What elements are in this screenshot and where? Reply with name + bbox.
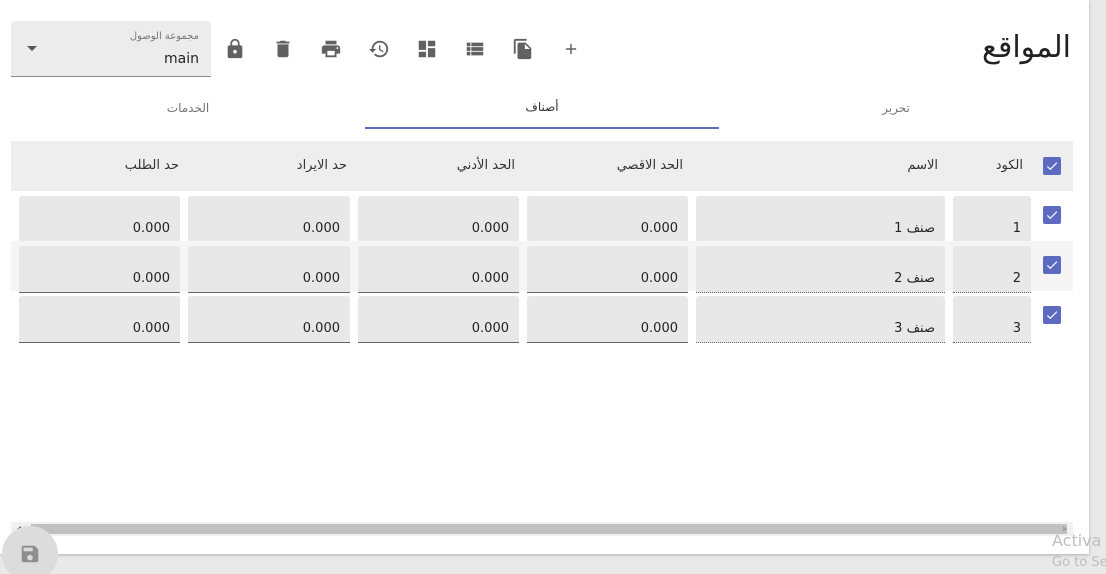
tab-edit[interactable]: تحرير xyxy=(719,86,1073,129)
table-row: 2 صنف 2 0.000 0.000 0.000 0.000 xyxy=(11,241,1073,293)
cell-income[interactable]: 0.000 xyxy=(188,196,350,243)
table-header: الكود الاسم الحد الاقصي الحد الأدني حد ا… xyxy=(11,141,1073,191)
activation-watermark-subtitle: Go to Se xyxy=(1052,555,1106,570)
cell-income[interactable]: 0.000 xyxy=(188,246,350,293)
history-icon[interactable] xyxy=(367,37,391,61)
lock-icon[interactable] xyxy=(223,37,247,61)
cell-min[interactable]: 0.000 xyxy=(358,246,519,293)
access-group-value: main xyxy=(164,51,199,67)
tab-services-label: الخدمات xyxy=(166,100,210,115)
tab-services[interactable]: الخدمات xyxy=(11,86,365,129)
cell-code[interactable]: 2 xyxy=(953,246,1031,293)
tab-items[interactable]: أصناف xyxy=(365,86,719,129)
page-title: المواقع xyxy=(982,30,1071,65)
delete-icon[interactable] xyxy=(271,37,295,61)
scrollbar-thumb[interactable] xyxy=(31,524,1067,534)
cell-name[interactable]: صنف 3 xyxy=(696,296,945,343)
access-group-label: مجموعة الوصول xyxy=(129,31,199,42)
main-card: المواقع مجموعة الوصول main تحرير أصناف ا… xyxy=(0,0,1089,554)
print-icon[interactable] xyxy=(319,37,343,61)
chevron-down-icon xyxy=(27,46,37,51)
cell-max[interactable]: 0.000 xyxy=(527,196,688,243)
cell-code[interactable]: 3 xyxy=(953,296,1031,343)
header-code[interactable]: الكود xyxy=(996,158,1023,173)
cell-order[interactable]: 0.000 xyxy=(19,246,180,293)
header-order[interactable]: حد الطلب xyxy=(125,158,179,173)
cell-min[interactable]: 0.000 xyxy=(358,296,519,343)
cell-code[interactable]: 1 xyxy=(953,196,1031,243)
save-button[interactable] xyxy=(2,526,58,574)
header-name[interactable]: الاسم xyxy=(907,158,938,173)
tab-edit-label: تحرير xyxy=(882,100,910,115)
tab-items-label: أصناف xyxy=(525,99,559,114)
table-row: 3 صنف 3 0.000 0.000 0.000 0.000 xyxy=(11,291,1073,343)
header-min[interactable]: الحد الأدني xyxy=(457,158,515,173)
horizontal-scrollbar[interactable] xyxy=(11,522,1073,536)
row-checkbox[interactable] xyxy=(1043,206,1061,224)
save-icon xyxy=(21,545,39,563)
row-checkbox[interactable] xyxy=(1043,306,1061,324)
cell-income[interactable]: 0.000 xyxy=(188,296,350,343)
row-checkbox[interactable] xyxy=(1043,256,1061,274)
header-max[interactable]: الحد الاقصي xyxy=(617,158,683,173)
dashboard-icon[interactable] xyxy=(415,37,439,61)
cell-order[interactable]: 0.000 xyxy=(19,196,180,243)
cell-max[interactable]: 0.000 xyxy=(527,246,688,293)
access-group-select[interactable]: مجموعة الوصول main xyxy=(11,21,211,77)
cell-name[interactable]: صنف 2 xyxy=(696,246,945,293)
add-icon[interactable] xyxy=(559,37,583,61)
cell-name[interactable]: صنف 1 xyxy=(696,196,945,243)
header-income[interactable]: حد الايراد xyxy=(297,158,347,173)
activation-watermark-title: Activa xyxy=(1052,531,1102,550)
cell-max[interactable]: 0.000 xyxy=(527,296,688,343)
copy-icon[interactable] xyxy=(511,37,535,61)
table-row: 1 صنف 1 0.000 0.000 0.000 0.000 xyxy=(11,191,1073,243)
cell-order[interactable]: 0.000 xyxy=(19,296,180,343)
cell-min[interactable]: 0.000 xyxy=(358,196,519,243)
select-all-checkbox[interactable] xyxy=(1043,157,1061,175)
list-icon[interactable] xyxy=(463,37,487,61)
items-table: الكود الاسم الحد الاقصي الحد الأدني حد ا… xyxy=(11,141,1073,343)
